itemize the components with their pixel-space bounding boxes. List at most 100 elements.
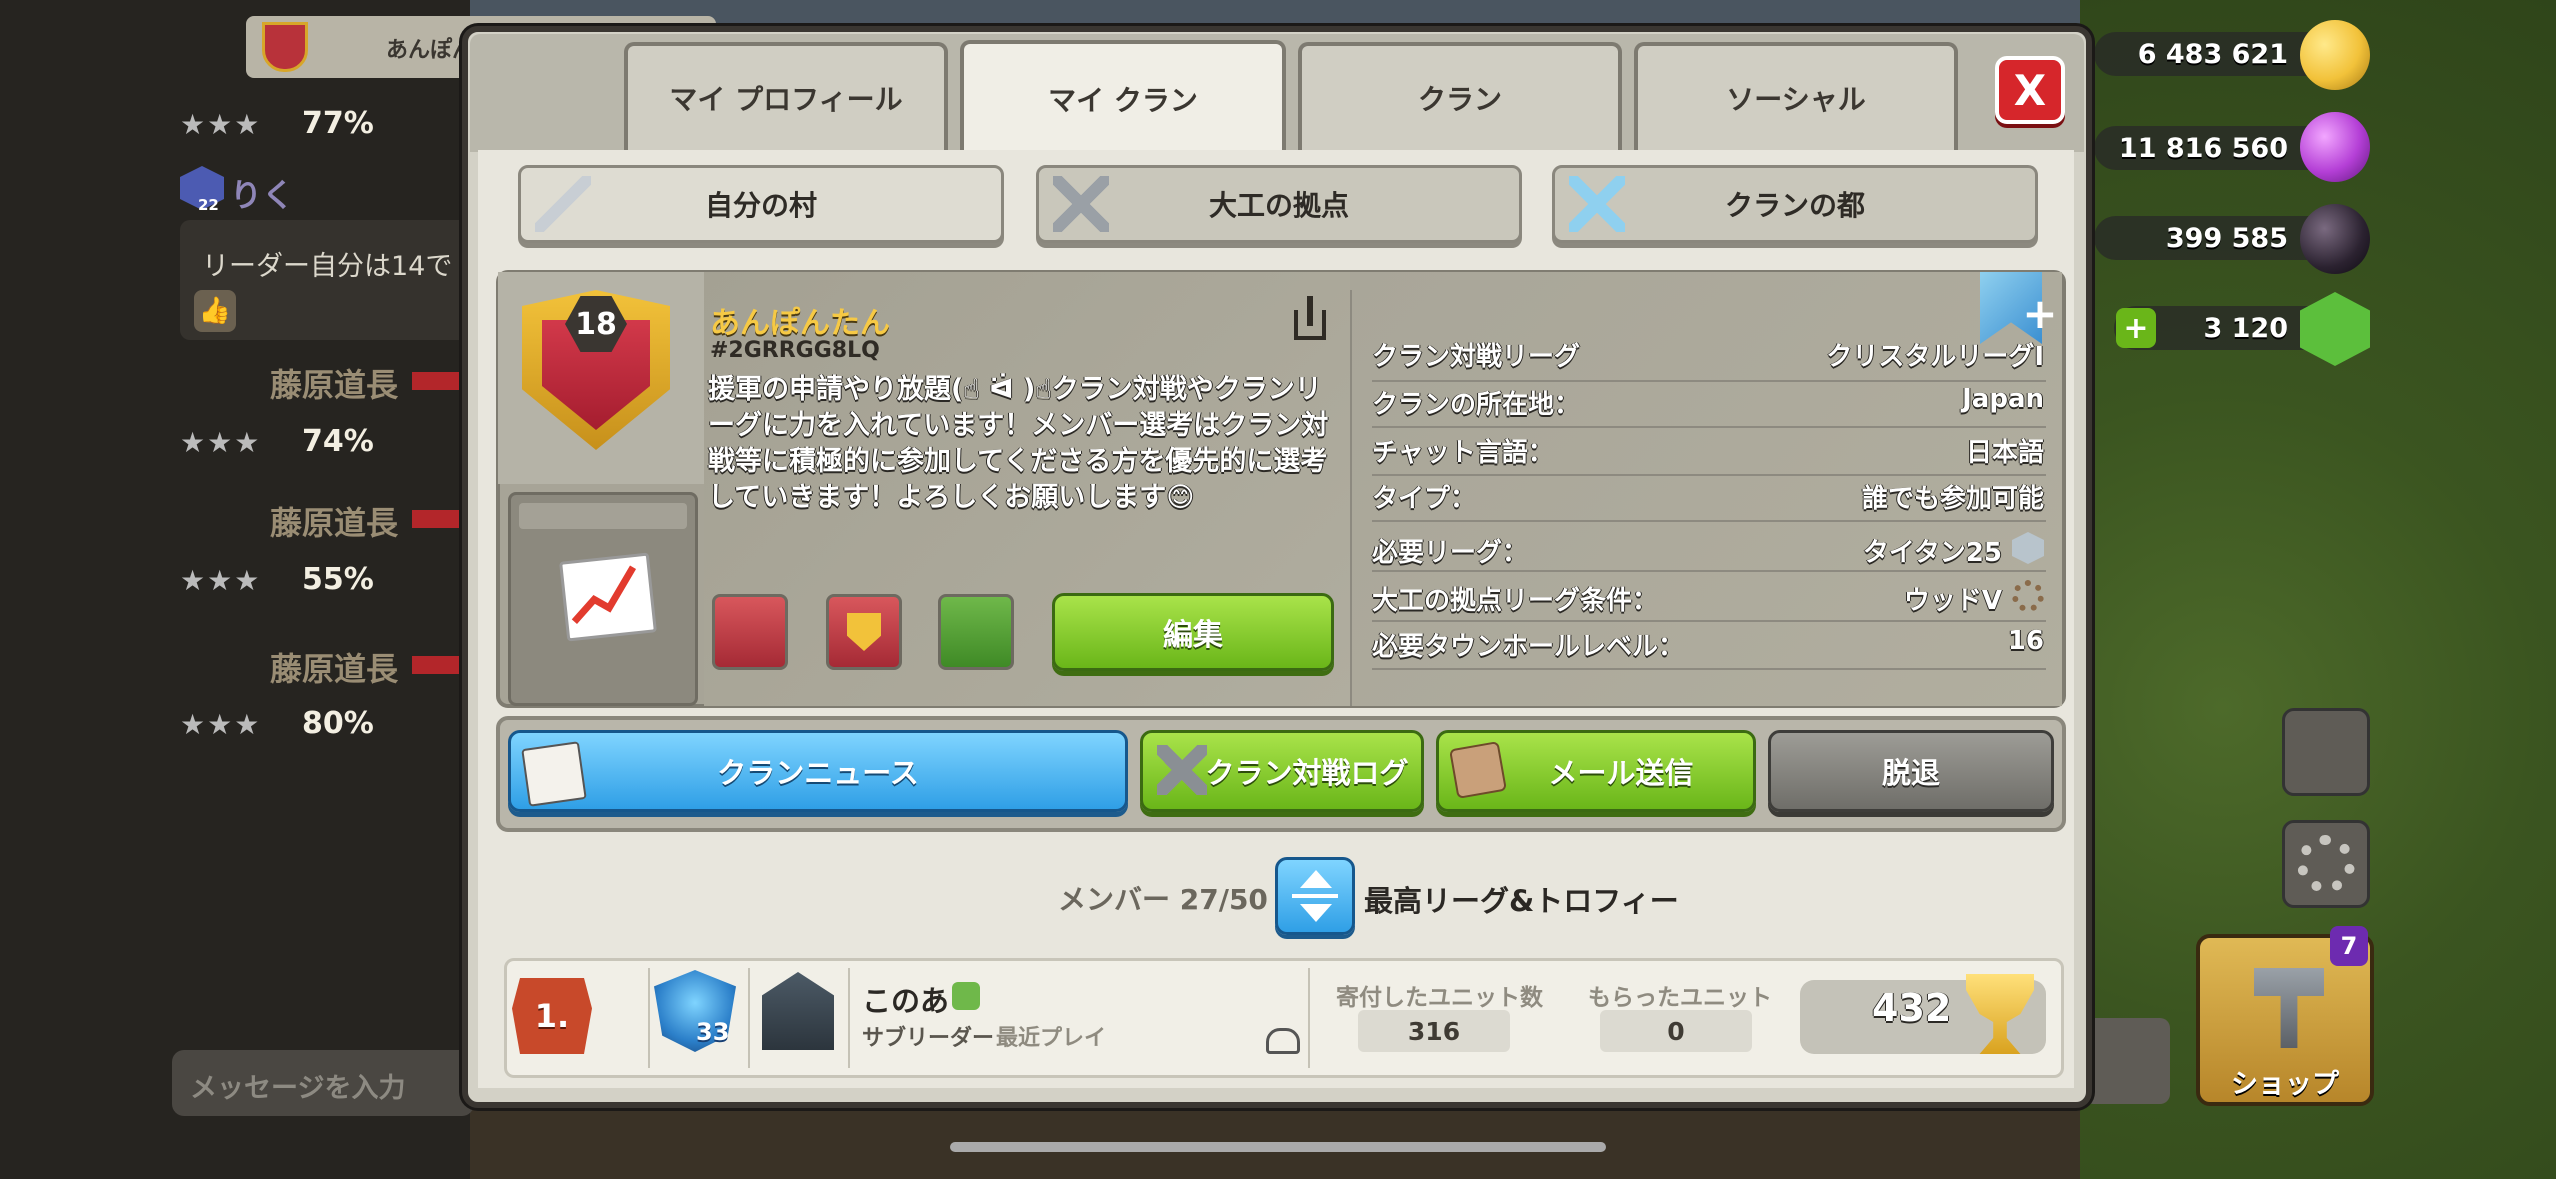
clan-badge-icon <box>262 22 308 72</box>
member-xp-level: 33 <box>696 1018 730 1046</box>
detail-row-chat-language: チャット言語： 日本語 <box>1372 432 2044 469</box>
mail-icon <box>1449 741 1507 799</box>
war-league-badge[interactable] <box>712 594 788 670</box>
detail-value: 誰でも参加可能 <box>1861 484 2044 514</box>
sword-icon <box>535 176 591 232</box>
dark-elixir-icon <box>2300 204 2370 274</box>
chat-sender-name: 藤原道長 <box>270 504 399 542</box>
close-button[interactable]: X <box>1995 56 2065 124</box>
gems-amount: 3 120 <box>2203 312 2288 344</box>
received-label: もらったユニット <box>1588 985 1772 1011</box>
war-percent: 77% <box>302 106 374 141</box>
tab-social[interactable]: ソーシャル <box>1634 42 1958 150</box>
gold-icon <box>2300 20 2370 90</box>
chat-input-placeholder: メッセージを入力 <box>190 1073 406 1104</box>
subtab-builder-base-label: 大工の拠点 <box>1208 189 1349 222</box>
axes-icon <box>1053 176 1109 232</box>
home-indicator[interactable] <box>950 1142 1606 1152</box>
detail-divider <box>1372 668 2046 670</box>
capital-league-badge[interactable] <box>938 594 1014 670</box>
clan-stats-panel[interactable] <box>508 492 698 706</box>
detail-row-required-league: 必要リーグ： タイタン25 <box>1372 532 2044 569</box>
subtab-clan-capital[interactable]: クランの都 <box>1552 165 2038 243</box>
detail-divider <box>1372 620 2046 622</box>
elixir-amount: 11 816 560 <box>2118 132 2288 164</box>
stats-header <box>519 503 687 529</box>
detail-divider <box>1372 474 2046 476</box>
news-icon <box>521 741 587 807</box>
detail-row-location: クランの所在地： Japan <box>1372 384 2044 421</box>
crossed-swords-icon <box>1569 176 1625 232</box>
layout-edit-button[interactable] <box>2282 708 2370 796</box>
detail-value: タイタン25 <box>1862 538 2002 568</box>
donated-value: 316 <box>1358 1010 1510 1052</box>
subtab-clan-capital-label: クランの都 <box>1724 189 1865 222</box>
detail-row-builder-league: 大工の拠点リーグ条件： ウッドⅤ <box>1372 580 2044 617</box>
detail-row-town-hall: 必要タウンホールレベル： 16 <box>1372 626 2044 663</box>
settings-button[interactable] <box>2282 820 2370 908</box>
subtab-home-village-label: 自分の村 <box>704 189 817 222</box>
clan-description: 援軍の申請やり放題(☝︎ ᐛ )☝︎クラン対戦やクランリーグに力を入れています！… <box>708 374 1329 513</box>
member-trophies: 432 <box>1872 986 1952 1030</box>
leave-clan-button[interactable]: 脱退 <box>1768 730 2054 812</box>
subtab-home-village[interactable]: 自分の村 <box>518 165 1004 243</box>
detail-divider <box>1372 570 2046 572</box>
clipboard-button[interactable] <box>2084 1018 2170 1104</box>
friends-icon[interactable] <box>1266 1028 1300 1054</box>
chat-message-input[interactable]: メッセージを入力 <box>172 1050 474 1116</box>
share-arrow <box>1307 296 1313 326</box>
send-mail-button[interactable]: メール送信 <box>1436 730 1756 812</box>
detail-value: 16 <box>2007 626 2044 656</box>
edit-button[interactable]: 編集 <box>1052 593 1334 671</box>
clan-level: 18 <box>575 306 617 342</box>
sort-divider <box>1292 894 1338 898</box>
sort-button[interactable] <box>1275 857 1355 935</box>
clan-games-badge[interactable] <box>826 594 902 670</box>
gear-icon <box>2297 835 2355 893</box>
war-log-button[interactable]: クラン対戦ログ <box>1140 730 1424 812</box>
row-divider <box>648 968 650 1068</box>
member-count: メンバー 27/50 <box>1058 883 1268 916</box>
detail-divider <box>1372 426 2046 428</box>
member-last-seen: 最近プレイ <box>996 1026 1107 1051</box>
clan-news-button[interactable]: クランニュース <box>508 730 1128 812</box>
clan-tag: #2GRRGG8LQ <box>710 338 880 363</box>
war-percent: 80% <box>302 706 374 741</box>
village-background-bottom <box>470 1100 2080 1179</box>
war-stars: ★★★ <box>180 426 262 459</box>
detail-label: 必要リーグ： <box>1372 538 1529 568</box>
tab-my-profile[interactable]: マイ プロフィール <box>624 42 948 150</box>
chat-message-bubble: リーダー自分は14で 👍 <box>180 220 470 340</box>
detail-label: クランの所在地： <box>1372 390 1581 420</box>
plus-icon: + <box>2022 289 2058 338</box>
like-icon[interactable]: 👍 <box>194 290 236 332</box>
gold-shield-icon <box>847 613 881 651</box>
detail-label: チャット言語： <box>1372 438 1554 468</box>
rank-badge: 1. <box>512 978 592 1054</box>
subtab-builder-base[interactable]: 大工の拠点 <box>1036 165 1522 243</box>
war-log-label: クラン対戦ログ <box>1205 756 1409 790</box>
tab-my-clan[interactable]: マイ クラン <box>960 40 1286 154</box>
detail-value: Japan <box>1962 384 2044 414</box>
chat-sender-name: 藤原道長 <box>270 366 399 404</box>
tab-clans[interactable]: クラン <box>1298 42 1622 150</box>
chart-trend-icon <box>559 552 657 642</box>
member-role: サブリーダー <box>862 1026 995 1051</box>
detail-label: タイプ： <box>1372 484 1477 514</box>
sort-up-icon <box>1300 870 1332 888</box>
detail-divider <box>1372 520 2046 522</box>
chat-user-name: りく <box>230 176 295 214</box>
war-percent: 74% <box>302 424 374 459</box>
details-divider <box>1350 290 1352 706</box>
leave-clan-label: 脱退 <box>1881 756 1940 790</box>
elixir-icon <box>2300 112 2370 182</box>
row-divider <box>748 968 750 1068</box>
wood-league-icon <box>2012 580 2044 612</box>
war-stars: ★★★ <box>180 708 262 741</box>
hammer-icon <box>2254 968 2324 1048</box>
send-mail-label: メール送信 <box>1548 756 1694 790</box>
share-button[interactable] <box>1290 296 1330 342</box>
received-value: 0 <box>1600 1010 1752 1052</box>
close-icon: X <box>2013 65 2047 115</box>
add-gems-button[interactable]: + <box>2116 308 2156 348</box>
